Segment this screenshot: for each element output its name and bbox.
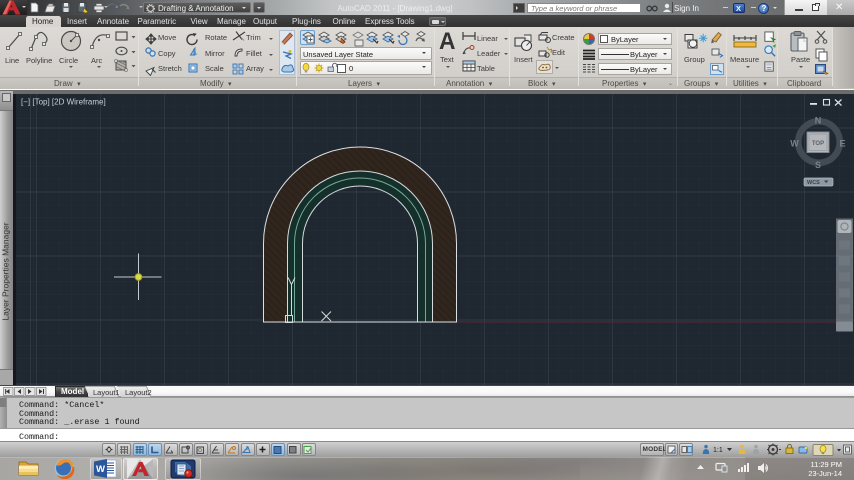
svg-text:E: E bbox=[839, 138, 845, 148]
svg-text:WCS: WCS bbox=[807, 180, 820, 186]
svg-text:[−] [Top] [2D Wireframe]: [−] [Top] [2D Wireframe] bbox=[21, 97, 106, 106]
svg-text:W: W bbox=[96, 464, 105, 475]
svg-text:N: N bbox=[815, 115, 822, 125]
svg-text:S: S bbox=[815, 160, 821, 170]
svg-text:W: W bbox=[790, 138, 799, 148]
svg-text:1:1: 1:1 bbox=[713, 447, 723, 454]
svg-text:TOP: TOP bbox=[812, 141, 824, 147]
